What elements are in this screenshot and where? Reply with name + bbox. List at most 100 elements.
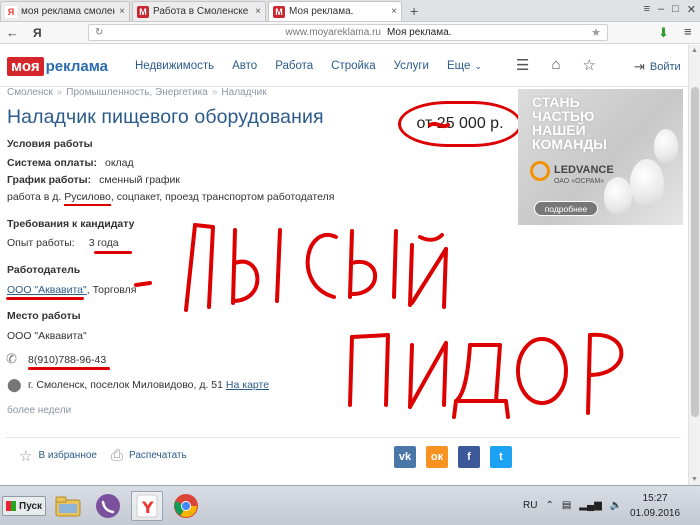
page-title: Наладчик пищевого оборудования	[7, 106, 324, 128]
nav-item-services[interactable]: Услуги	[394, 60, 429, 72]
breadcrumb-item-subcategory[interactable]: Наладчик	[221, 87, 266, 98]
phone-number[interactable]: 8(910)788-96-43	[28, 354, 106, 366]
nav-item-construction[interactable]: Стройка	[331, 60, 375, 72]
minimize-icon[interactable]: –	[658, 3, 664, 16]
nav-item-more[interactable]: Еще ⌄	[447, 60, 482, 72]
ok-share-button[interactable]: ок	[426, 446, 448, 468]
tab-rabota-smolensk[interactable]: M Работа в Смоленске – нала ×	[132, 1, 266, 21]
nav-item-jobs[interactable]: Работа	[275, 60, 313, 72]
bookmark-star-icon[interactable]: ★	[591, 26, 601, 39]
breadcrumb-item-category[interactable]: Промышленность, Энергетика	[66, 87, 208, 98]
back-arrow-icon[interactable]: ←	[6, 25, 19, 40]
facebook-share-button[interactable]: f	[458, 446, 480, 468]
logo-reklama: реклама	[45, 58, 108, 75]
reload-icon[interactable]: ↻	[95, 27, 103, 38]
favorites-label: В избранное	[38, 450, 97, 461]
taskbar-chrome[interactable]	[170, 491, 202, 521]
star-outline-icon: ☆	[19, 447, 33, 465]
browser-menu-icon[interactable]: ≡	[684, 24, 692, 39]
employer-industry: , Торговля	[86, 284, 137, 296]
printer-icon: ⎙	[110, 447, 123, 464]
nav-item-realty[interactable]: Недвижимость	[135, 60, 214, 72]
system-clock[interactable]: 15:27 01.09.2016	[630, 491, 680, 521]
employer-row: ООО "Аквавита", Торговля	[7, 284, 136, 296]
scroll-up-icon[interactable]: ▲	[691, 47, 698, 54]
hamburger-menu-icon[interactable]: ☰	[516, 56, 529, 74]
schedule-label: График работы:	[7, 174, 92, 186]
nav-item-auto[interactable]: Авто	[232, 60, 257, 72]
action-bar: ☆ В избранное ⎙ Распечатать vk ок f t	[5, 437, 681, 473]
ad-banner[interactable]: СТАНЬ ЧАСТЬЮ НАШЕЙ КОМАНДЫ LEDVANCE ОАО …	[518, 89, 683, 225]
yandex-browser-icon: Y	[136, 494, 158, 518]
tab-moya-reklama[interactable]: M Моя реклама. ×	[268, 1, 402, 21]
ad-brand: LEDVANCE	[554, 164, 614, 176]
close-icon[interactable]: ×	[255, 6, 261, 17]
scrollbar-thumb[interactable]	[691, 87, 699, 417]
red-underline-mark	[28, 367, 110, 370]
print-button[interactable]: ⎙ Распечатать	[111, 447, 187, 464]
url-page-title: Моя реклама.	[386, 27, 452, 38]
taskbar-viber[interactable]	[92, 491, 124, 521]
signal-icon[interactable]: ▂▄▆	[579, 500, 601, 511]
payment-value: оклад	[104, 157, 134, 169]
employer-link[interactable]: ООО "Аквавита"	[7, 284, 87, 296]
close-icon[interactable]: ×	[391, 6, 397, 17]
breadcrumb-item-city[interactable]: Смоленск	[7, 87, 53, 98]
menu-icon[interactable]: ≡	[644, 3, 650, 16]
salary-badge: от 25 000 р.	[398, 101, 522, 147]
close-window-icon[interactable]: ✕	[687, 3, 696, 16]
login-link[interactable]: ⇥ Войти	[634, 59, 681, 75]
close-icon[interactable]: ×	[119, 6, 125, 17]
ad-slogan-line: ЧАСТЬЮ	[532, 108, 595, 124]
schedule-row: График работы: сменный график	[7, 174, 180, 186]
new-tab-button[interactable]: +	[404, 3, 424, 21]
twitter-share-button[interactable]: t	[490, 446, 512, 468]
taskbar-yandex-browser[interactable]: Y	[131, 491, 163, 521]
section-heading-employer: Работодатель	[7, 264, 81, 276]
browser-tabbar: Я моя реклама смоленск рабо × M Работа в…	[0, 0, 700, 22]
tab-moya-reklama-search[interactable]: Я моя реклама смоленск рабо ×	[0, 1, 130, 21]
scroll-down-icon[interactable]: ▼	[691, 476, 698, 483]
bulb-image	[654, 129, 678, 163]
home-icon[interactable]: ⌂	[551, 56, 560, 74]
moya-favicon-icon: M	[137, 5, 149, 18]
language-indicator[interactable]: RU	[523, 500, 537, 511]
social-share-buttons: vk ок f t	[394, 446, 512, 468]
tab-label: Работа в Смоленске – нала	[153, 6, 251, 17]
ad-slogan-line: НАШЕЙ	[532, 122, 586, 138]
red-underline-mark	[6, 297, 84, 300]
vk-share-button[interactable]: vk	[394, 446, 416, 468]
windows-logo-icon	[6, 501, 16, 511]
add-to-favorites-button[interactable]: ☆ В избранное	[19, 447, 97, 465]
restore-icon[interactable]: □	[672, 3, 679, 16]
volume-icon[interactable]: 🔈	[610, 500, 622, 511]
address-text: г. Смоленск, поселок Миловидово, д. 51	[28, 379, 223, 391]
yandex-icon[interactable]: Я	[33, 26, 42, 40]
map-link[interactable]: На карте	[226, 379, 269, 391]
page-scrollbar[interactable]: ▲ ▼	[688, 45, 700, 485]
ad-slogan-line: КОМАНДЫ	[532, 136, 607, 152]
posted-date: более недели	[7, 405, 72, 416]
site-logo[interactable]: моя реклама	[7, 57, 108, 76]
schedule-value: сменный график	[99, 174, 180, 186]
login-icon: ⇥	[634, 59, 645, 74]
address-bar[interactable]: ↻ www.moyareklama.ru Моя реклама. ★	[88, 24, 608, 41]
download-icon[interactable]: ⬇	[658, 25, 669, 41]
chevron-down-icon: ⌄	[474, 61, 482, 71]
moya-favicon-icon: M	[273, 5, 285, 18]
expand-tray-icon[interactable]: ⌃	[545, 500, 553, 511]
browser-toolbar: ← Я ↻ www.moyareklama.ru Моя реклама. ★ …	[0, 22, 700, 44]
start-button[interactable]: Пуск	[2, 496, 46, 516]
red-underline-mark	[94, 251, 132, 254]
network-icon[interactable]: ▤	[562, 500, 571, 511]
section-heading-conditions: Условия работы	[7, 138, 93, 150]
place-name: ООО "Аквавита"	[7, 330, 87, 342]
os-taskbar: Пуск Y RU ⌃ ▤ ▂▄▆ 🔈 15:27 01.09.2016	[0, 485, 700, 525]
ad-more-button[interactable]: подробнее	[534, 201, 598, 216]
ad-slogan-line: СТАНЬ	[532, 94, 580, 110]
viber-icon	[96, 494, 120, 518]
favorites-star-icon[interactable]: ☆	[583, 56, 596, 74]
taskbar-explorer[interactable]	[52, 491, 84, 521]
map-pin-icon: ⬤	[7, 377, 22, 392]
extra-prefix: работа в д.	[7, 191, 65, 203]
